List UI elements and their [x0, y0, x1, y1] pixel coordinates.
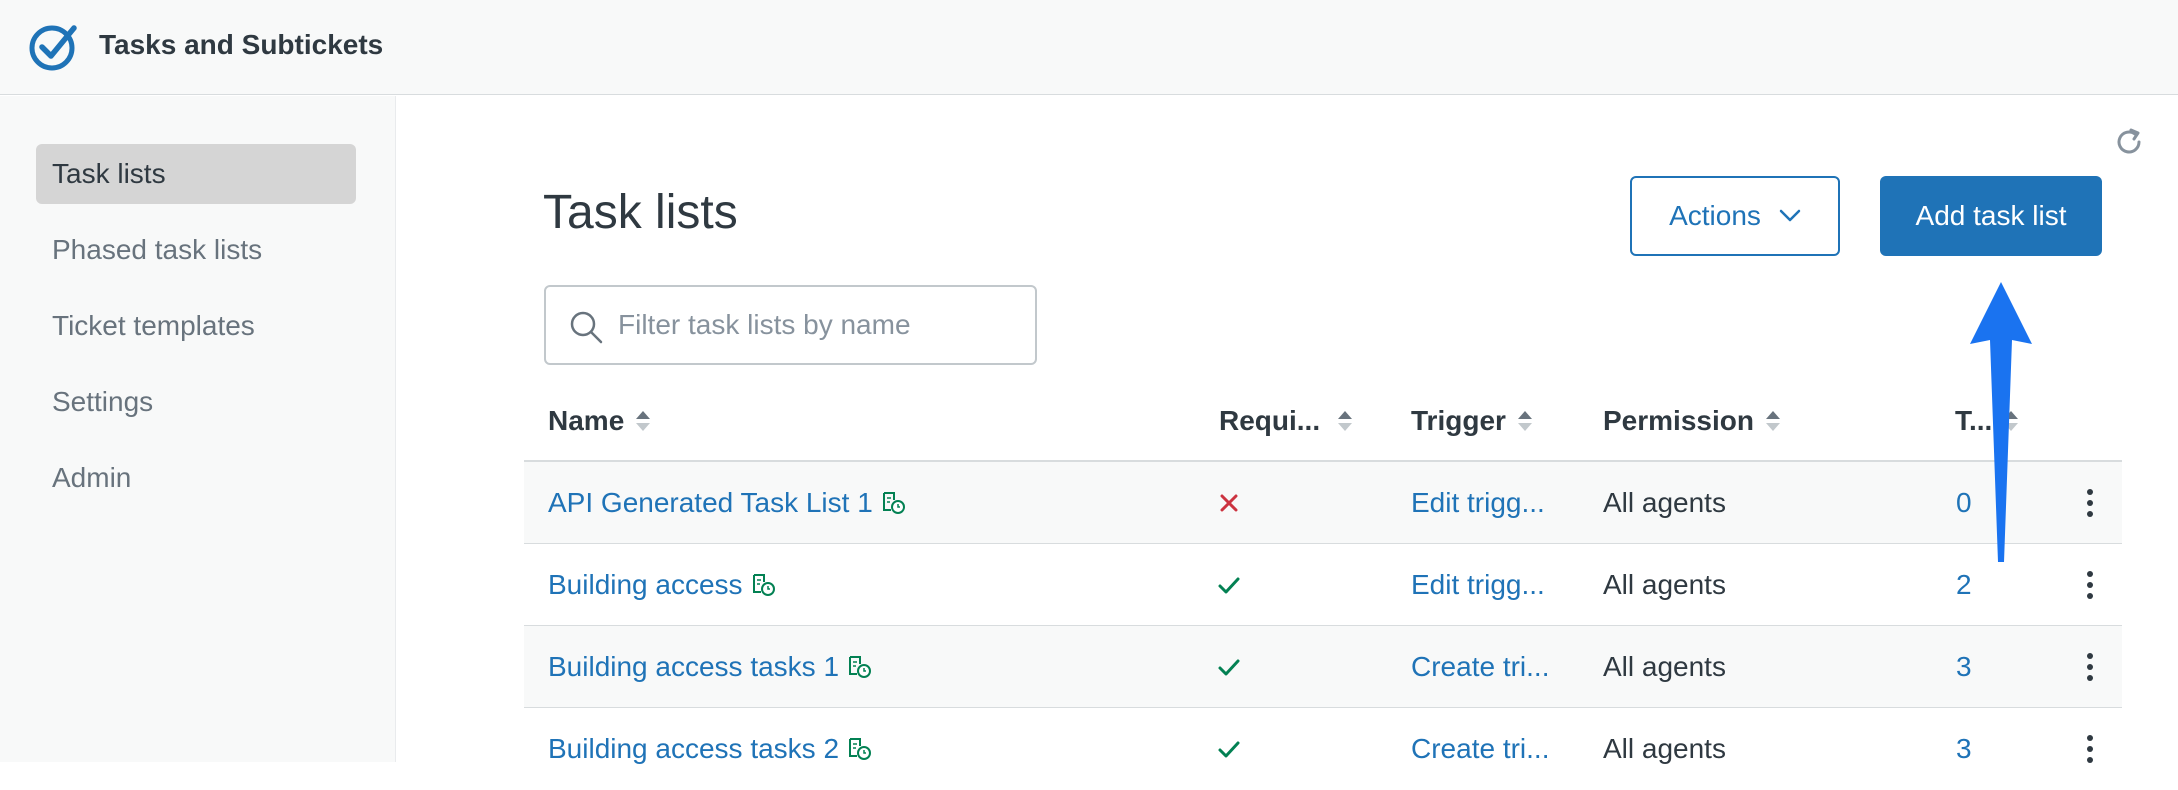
column-header-required[interactable]: Requi... [1219, 405, 1354, 437]
more-vertical-icon[interactable] [2086, 733, 2094, 765]
row-menu[interactable] [2075, 544, 2105, 626]
row-menu[interactable] [2075, 626, 2105, 708]
sidebar-item-phased-task-lists[interactable]: Phased task lists [36, 220, 356, 280]
check-icon [1218, 577, 1240, 594]
task-count-link[interactable]: 3 [1956, 708, 1972, 790]
name-cell: Building access tasks 1 [548, 626, 873, 708]
task-count-link[interactable]: 2 [1956, 544, 1972, 626]
trigger-link[interactable]: Edit trigg... [1411, 544, 1545, 626]
actions-dropdown-button[interactable]: Actions [1630, 176, 1840, 256]
table-row: API Generated Task List 1 Edit trigg... … [524, 462, 2122, 544]
required-cell [1216, 544, 1242, 626]
column-header-tasks[interactable]: T... [1955, 405, 2020, 437]
name-cell: Building access [548, 544, 777, 626]
app-logo-check-icon [29, 25, 77, 71]
add-task-list-button[interactable]: Add task list [1880, 176, 2102, 256]
name-cell: Building access tasks 2 [548, 708, 873, 790]
more-vertical-icon[interactable] [2086, 569, 2094, 601]
chevron-down-icon [1779, 209, 1801, 222]
sort-icon [2004, 411, 2019, 431]
top-bar: Tasks and Subtickets [0, 0, 2178, 95]
search-box[interactable] [544, 285, 1037, 365]
actions-label: Actions [1669, 200, 1761, 231]
permission-cell: All agents [1603, 733, 1726, 764]
row-menu[interactable] [2075, 708, 2105, 790]
sidebar-item-ticket-templates[interactable]: Ticket templates [36, 296, 356, 356]
table-row: Building access tasks 1 Create tri... Al… [524, 626, 2122, 708]
name-cell: API Generated Task List 1 [548, 462, 907, 544]
column-header-name[interactable]: Name [548, 405, 652, 437]
check-icon [1218, 659, 1240, 676]
sort-icon [1765, 411, 1780, 431]
search-input[interactable] [618, 303, 1018, 347]
sidebar-item-settings[interactable]: Settings [36, 372, 356, 432]
sidebar-item-admin[interactable]: Admin [36, 448, 356, 508]
refresh-icon[interactable] [2113, 126, 2145, 158]
permission-cell: All agents [1603, 651, 1726, 682]
sort-icon [1517, 411, 1532, 431]
scheduled-clock-icon [849, 738, 872, 760]
trigger-link[interactable]: Edit trigg... [1411, 462, 1545, 544]
table-row: Building access Edit trigg... All agents… [524, 544, 2122, 626]
task-list-name-link[interactable]: Building access [548, 544, 743, 626]
check-icon [1218, 741, 1240, 758]
task-count-link[interactable]: 3 [1956, 626, 1972, 708]
app-title: Tasks and Subtickets [99, 29, 384, 60]
task-list-name-link[interactable]: Building access tasks 2 [548, 708, 839, 790]
task-list-name-link[interactable]: API Generated Task List 1 [548, 462, 873, 544]
trigger-link[interactable]: Create tri... [1411, 626, 1549, 708]
page-title: Task lists [543, 186, 738, 239]
row-menu[interactable] [2075, 462, 2105, 544]
sort-icon [1338, 411, 1353, 431]
sidebar: Task lists Phased task lists Ticket temp… [0, 96, 396, 762]
permission-cell: All agents [1603, 569, 1726, 600]
sort-icon [636, 411, 651, 431]
scheduled-clock-icon [752, 574, 775, 596]
column-header-permission[interactable]: Permission [1603, 405, 1782, 437]
search-icon [570, 311, 603, 344]
required-cell [1216, 462, 1242, 544]
permission-cell: All agents [1603, 487, 1726, 518]
scheduled-clock-icon [882, 492, 905, 514]
column-header-trigger[interactable]: Trigger [1411, 405, 1534, 437]
table-row: Building access tasks 2 Create tri... Al… [524, 708, 2122, 764]
task-list-name-link[interactable]: Building access tasks 1 [548, 626, 839, 708]
required-cell [1216, 626, 1242, 708]
trigger-link[interactable]: Create tri... [1411, 708, 1549, 790]
sidebar-item-task-lists[interactable]: Task lists [36, 144, 356, 204]
required-cell [1216, 708, 1242, 790]
cross-icon [1220, 494, 1238, 512]
scheduled-clock-icon [849, 656, 872, 678]
task-count-link[interactable]: 0 [1956, 462, 1972, 544]
more-vertical-icon[interactable] [2086, 487, 2094, 519]
more-vertical-icon[interactable] [2086, 651, 2094, 683]
